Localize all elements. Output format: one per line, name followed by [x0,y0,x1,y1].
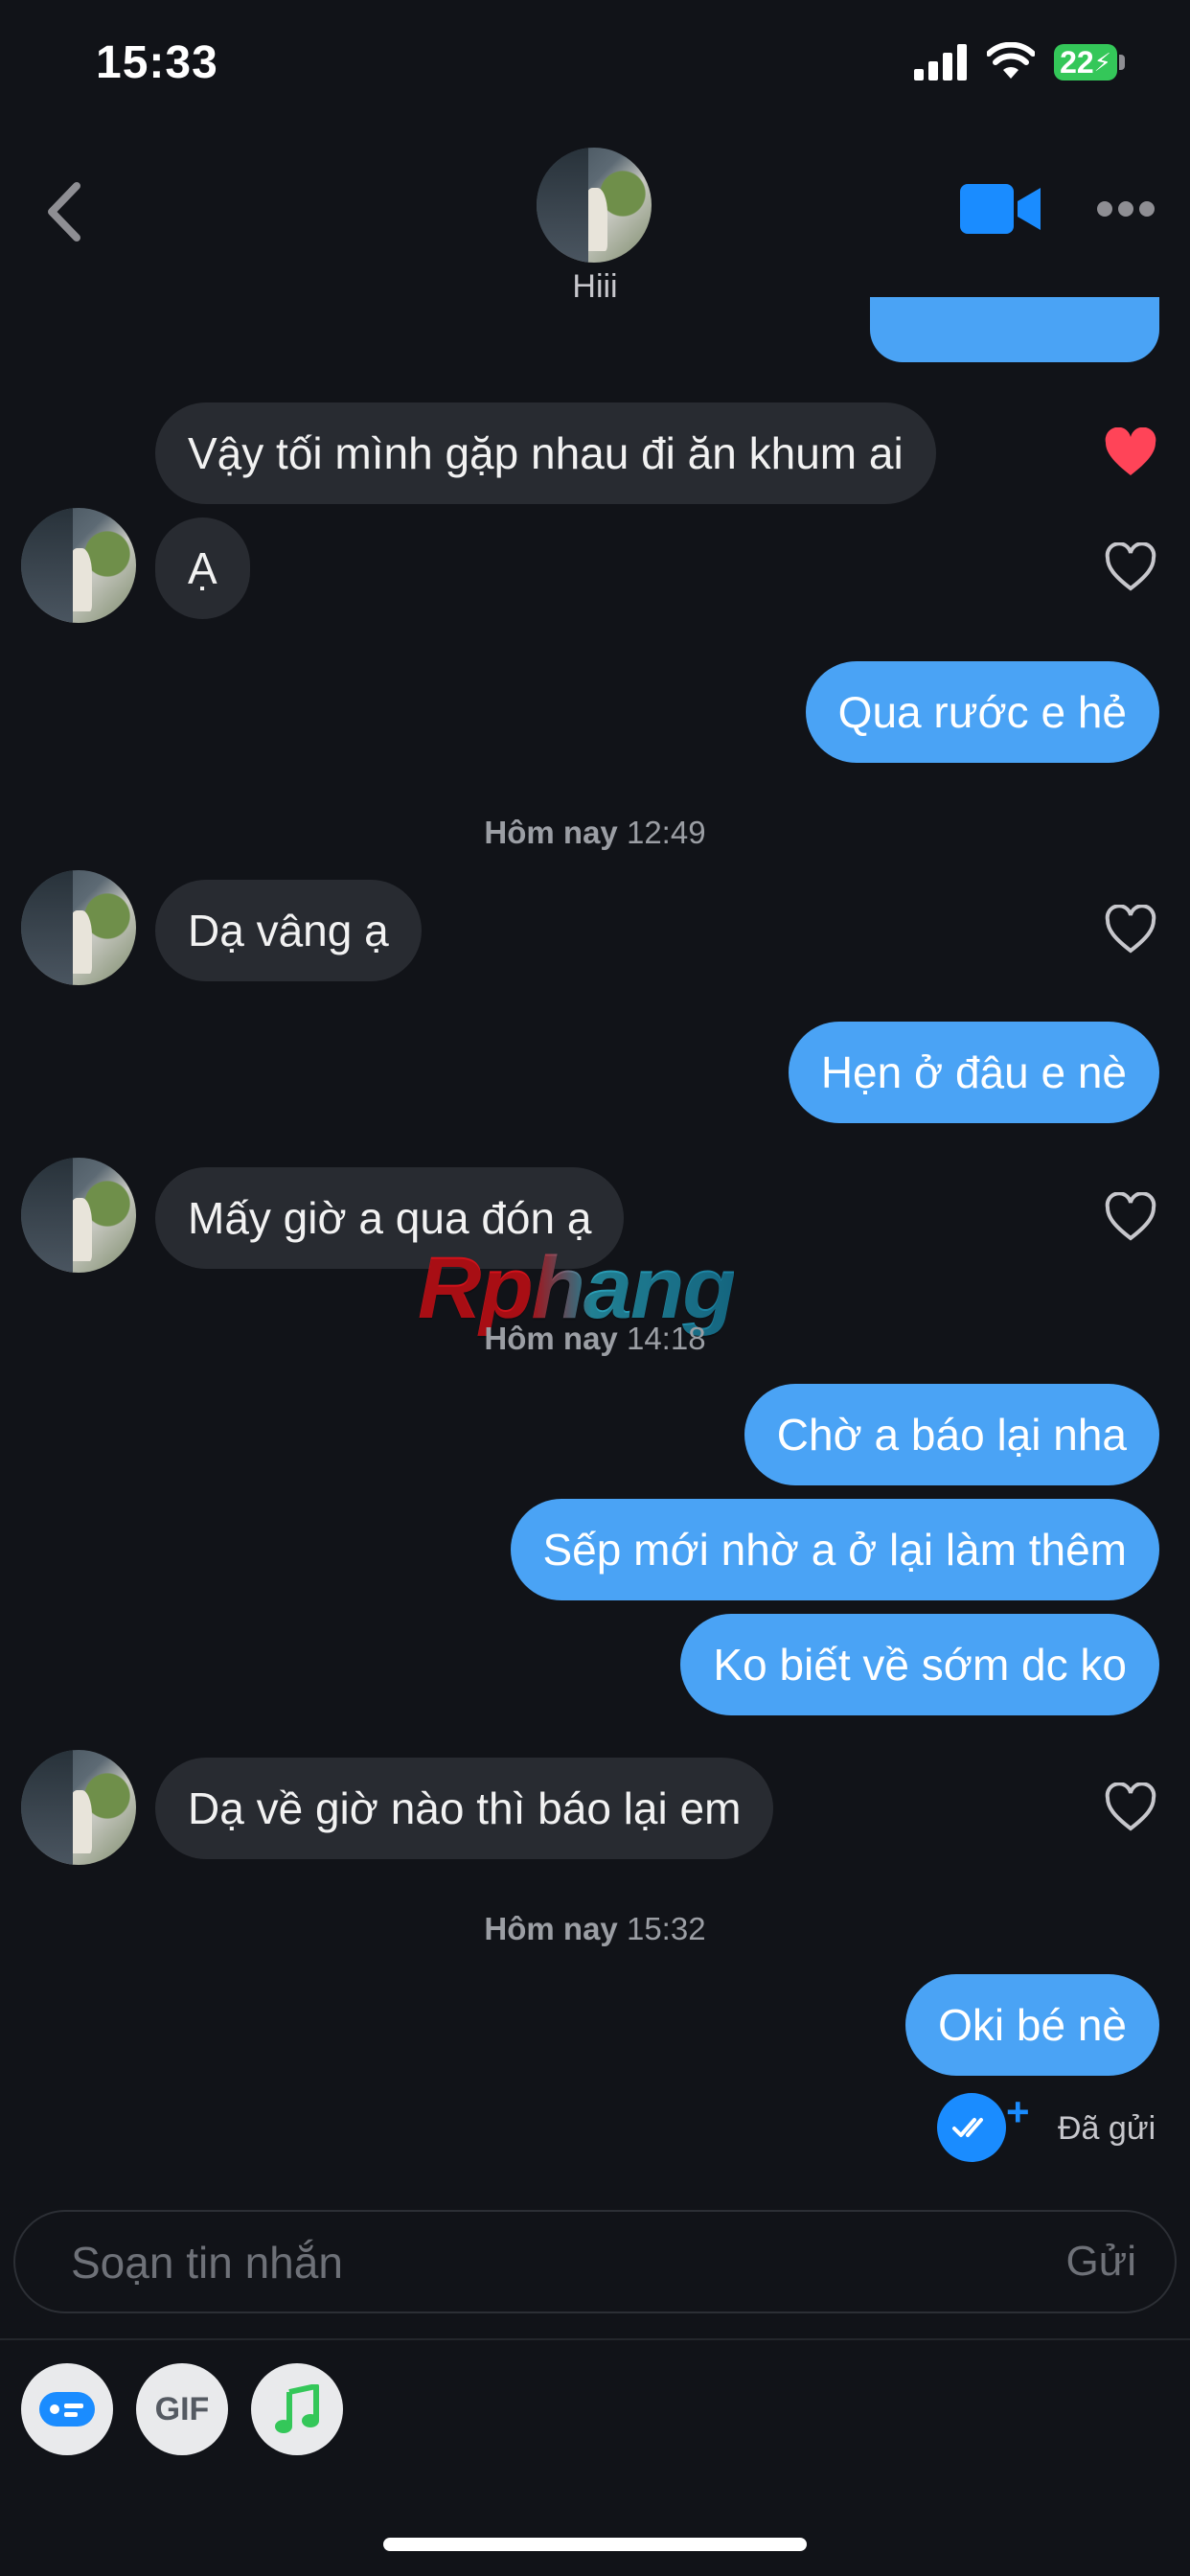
outgoing-message[interactable]: Chờ a báo lại nha [744,1384,1159,1485]
video-call-icon[interactable] [960,182,1042,236]
send-button[interactable]: Gửi [1066,2212,1136,2312]
message-input[interactable] [69,2212,935,2313]
battery-tip [1119,55,1125,70]
outgoing-bubble-partial [870,297,1159,362]
outgoing-message[interactable]: Sếp mới nhờ a ở lại làm thêm [510,1499,1159,1600]
delivery-status: Đã gửi [1058,2110,1156,2147]
sender-avatar[interactable] [21,870,136,985]
heart-liked-icon[interactable] [1104,427,1157,477]
sender-avatar[interactable] [21,1750,136,1865]
heart-outline-icon[interactable] [1104,1782,1157,1832]
plus-icon[interactable]: + [1006,2089,1030,2135]
read-receipt-icon[interactable] [937,2093,1006,2162]
outgoing-message[interactable]: Hẹn ở đâu e nè [788,1022,1159,1123]
timestamp-day: Hôm nay [484,1321,618,1356]
sender-avatar[interactable] [21,1158,136,1273]
outgoing-message[interactable]: Ko biết về sớm dc ko [680,1614,1159,1715]
timestamp-time: 15:32 [626,1911,706,1946]
outgoing-message[interactable]: Oki bé nè [905,1974,1159,2076]
incoming-message[interactable]: Ạ [155,518,250,619]
sender-avatar[interactable] [21,508,136,623]
timestamp-divider: Hôm nay 12:49 [0,815,1190,851]
music-button[interactable] [251,2363,343,2455]
music-note-icon [275,2384,319,2433]
double-check-icon [952,2118,983,2137]
toolbar-divider [0,2338,1190,2340]
heart-outline-icon[interactable] [1104,1192,1157,1242]
more-options-icon[interactable] [1096,199,1156,218]
incoming-message[interactable]: Vậy tối mình gặp nhau đi ăn khum ai [155,402,936,504]
timestamp-time: 14:18 [626,1321,706,1356]
home-indicator[interactable] [383,2538,807,2551]
wifi-icon [987,42,1035,79]
timestamp-divider: Hôm nay 14:18 [0,1321,1190,1357]
incoming-message[interactable]: Dạ về giờ nào thì báo lại em [155,1758,774,1859]
heart-outline-icon[interactable] [1104,905,1157,954]
cellular-signal-icon [914,44,967,80]
incoming-message[interactable]: Dạ vâng ạ [155,880,422,981]
chat-card-icon [39,2392,95,2426]
contact-avatar[interactable] [537,148,652,263]
timestamp-time: 12:49 [626,815,706,850]
heart-outline-icon[interactable] [1104,542,1157,592]
timestamp-divider: Hôm nay 15:32 [0,1911,1190,1947]
status-time: 15:33 [96,37,218,88]
battery-level: 22 [1060,44,1094,80]
battery-icon: 22 ⚡ [1054,44,1117,80]
sticker-button[interactable] [21,2363,113,2455]
message-composer: Gửi [13,2210,1177,2313]
outgoing-message[interactable]: Qua rước e hẻ [805,661,1159,763]
back-chevron-icon[interactable] [42,180,84,243]
gif-button[interactable]: GIF [136,2363,228,2455]
timestamp-day: Hôm nay [484,1911,618,1946]
timestamp-day: Hôm nay [484,815,618,850]
